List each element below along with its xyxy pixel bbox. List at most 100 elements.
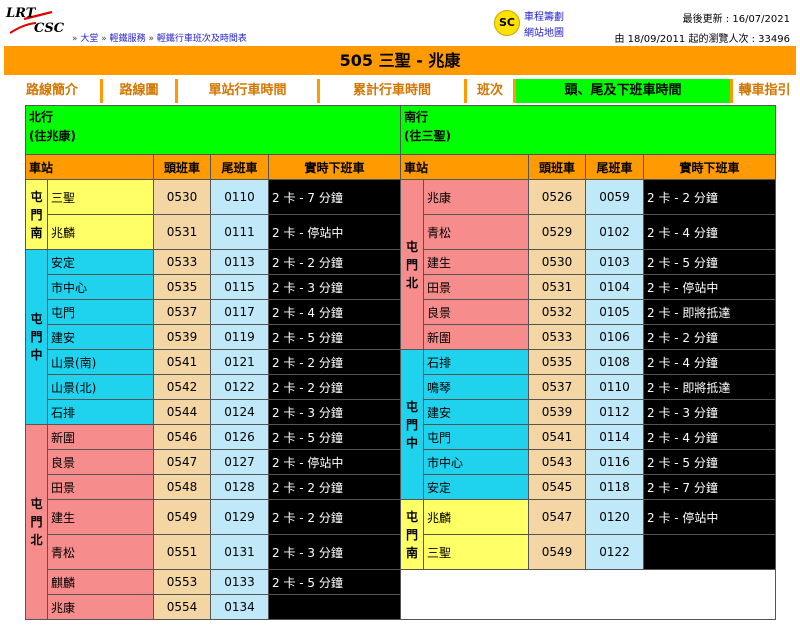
station-name: 鳴琴 <box>423 374 529 400</box>
zone-char: 門 <box>30 330 43 344</box>
station-name: 石排 <box>423 349 529 375</box>
south-first-train-header: 頭班車 <box>528 154 586 180</box>
last-train-time: 0124 <box>210 399 269 425</box>
first-train-time: 0530 <box>528 249 586 275</box>
zone-char: 南 <box>30 225 43 240</box>
visit-counter: 由 18/09/2011 起的瀏覽人次 : 33496 <box>614 34 790 45</box>
direction-row: 北行 (往兆康) 南行 (往三聖) <box>25 105 776 155</box>
first-train-time: 0541 <box>153 349 211 375</box>
tab-route-intro[interactable]: 路線簡介 <box>4 79 100 103</box>
south-realtime-header: 實時下班車 <box>643 154 776 180</box>
last-train-time: 0122 <box>210 374 269 400</box>
next-train-realtime: 2 卡 - 2 分鐘 <box>268 349 401 375</box>
logo-text-csc: CSC <box>34 21 65 36</box>
next-train-realtime: 2 卡 - 3 分鐘 <box>268 274 401 300</box>
station-name: 建生 <box>47 499 154 535</box>
sitemap-link[interactable]: 網站地圖 <box>524 26 564 42</box>
last-updated: 最後更新 : 16/07/2021 <box>682 14 790 25</box>
first-train-time: 0530 <box>153 179 211 215</box>
logo-text-lrt: LRT <box>6 6 36 21</box>
south-destination-label: (往三聖) <box>404 129 451 143</box>
first-train-time: 0537 <box>528 374 586 400</box>
next-train-realtime: 2 卡 - 4 分鐘 <box>643 349 776 375</box>
station-name: 三聖 <box>423 534 529 570</box>
zone-char: 屯 <box>30 497 43 511</box>
table-row: 麒麟 0553 0133 2 卡 - 5 分鐘 <box>26 569 776 620</box>
last-train-time: 0103 <box>585 249 644 275</box>
first-train-time: 0549 <box>528 534 586 570</box>
last-train-time: 0118 <box>585 474 644 500</box>
station-name: 青松 <box>47 534 154 570</box>
tab-route-map[interactable]: 路線圖 <box>103 79 175 103</box>
station-name: 兆麟 <box>47 214 154 250</box>
first-train-time: 0533 <box>528 324 586 350</box>
first-train-time: 0545 <box>528 474 586 500</box>
next-train-realtime: 2 卡 - 停站中 <box>643 499 776 535</box>
station-name: 兆康 <box>47 594 154 620</box>
lrt-csc-logo[interactable]: LRT CSC <box>6 6 70 42</box>
station-name: 良景 <box>423 299 529 325</box>
zone-char: 門 <box>30 207 43 222</box>
north-realtime-header: 實時下班車 <box>268 154 401 180</box>
zone-char: 門 <box>405 257 418 272</box>
first-train-time: 0551 <box>153 534 211 570</box>
first-train-time: 0543 <box>528 449 586 475</box>
station-name: 青松 <box>423 214 529 250</box>
table-row: 山景(南) 0541 0121 2 卡 - 2 分鐘屯門中石排 0535 0108 2 卡 … <box>26 349 776 500</box>
south-zone-label: 屯門南 <box>400 499 424 570</box>
station-name: 石排 <box>47 399 154 425</box>
next-train-realtime: 2 卡 - 7 分鐘 <box>643 474 776 500</box>
zone-char: 屯 <box>405 239 418 254</box>
next-train-realtime: 2 卡 - 即將抵達 <box>643 299 776 325</box>
station-name: 新圍 <box>47 424 154 450</box>
next-train-realtime: 2 卡 - 7 分鐘 <box>268 179 401 215</box>
last-train-time: 0059 <box>585 179 644 215</box>
first-train-time: 0531 <box>528 274 586 300</box>
last-train-time: 0114 <box>585 424 644 450</box>
station-name: 市中心 <box>47 274 154 300</box>
last-train-time: 0110 <box>210 179 269 215</box>
last-train-time: 0115 <box>210 274 269 300</box>
first-train-time: 0553 <box>153 569 211 595</box>
tab-single-stop-time[interactable]: 單站行車時間 <box>178 79 317 103</box>
first-train-time: 0533 <box>153 249 211 275</box>
station-name: 屯門 <box>47 299 154 325</box>
zone-char: 屯 <box>30 312 43 326</box>
tab-cumulative-time[interactable]: 累計行車時間 <box>320 79 464 103</box>
last-train-time: 0113 <box>210 249 269 275</box>
last-train-time: 0102 <box>585 214 644 250</box>
south-station-header: 車站 <box>400 154 529 180</box>
table-row: 建生 0549 0129 2 卡 - 2 分鐘屯門南兆麟 0547 0120 2 卡 - 停… <box>26 499 776 570</box>
zone-char: 門 <box>405 417 418 432</box>
station-name: 安定 <box>47 249 154 275</box>
sc-icon[interactable]: SC <box>494 10 520 36</box>
north-zone-label: 屯門南 <box>25 179 48 250</box>
timetable: 北行 (往兆康) 南行 (往三聖) 車站 頭班車 尾班車 實時下班車 車站 頭班車 尾班車 實時下班車… <box>25 105 776 620</box>
first-train-time: 0539 <box>153 324 211 350</box>
tab-transfer-guide[interactable]: 轉車指引 <box>733 79 796 103</box>
sc-links: 車程籌劃 網站地圖 <box>524 10 564 42</box>
station-name: 麒麟 <box>47 569 154 595</box>
next-train-realtime: 2 卡 - 2 分鐘 <box>643 179 776 215</box>
station-name: 山景(南) <box>47 349 154 375</box>
breadcrumb: » 大堂 » 輕鐵服務 » 輕鐵行車班次及時間表 <box>72 34 247 44</box>
station-name: 建生 <box>423 249 529 275</box>
first-train-time: 0539 <box>528 399 586 425</box>
journey-planner-link[interactable]: 車程籌劃 <box>524 10 564 26</box>
first-train-time: 0537 <box>153 299 211 325</box>
first-train-time: 0548 <box>153 474 211 500</box>
tab-bar: 路線簡介 路線圖 單站行車時間 累計行車時間 班次 頭、尾及下班車時間 轉車指引 <box>4 79 796 103</box>
last-train-time: 0117 <box>210 299 269 325</box>
last-train-time: 0121 <box>210 349 269 375</box>
zone-char: 南 <box>405 545 418 560</box>
south-last-train-header: 尾班車 <box>585 154 644 180</box>
breadcrumb-lobby[interactable]: 大堂 <box>80 34 98 44</box>
station-name: 田景 <box>423 274 529 300</box>
next-train-realtime: 2 卡 - 即將抵達 <box>643 374 776 400</box>
next-train-realtime: 2 卡 - 停站中 <box>643 274 776 300</box>
south-empty-area <box>400 569 776 620</box>
tab-first-last-next[interactable]: 頭、尾及下班車時間 <box>516 79 730 103</box>
breadcrumb-lrt-services[interactable]: 輕鐵服務 <box>110 34 146 44</box>
tab-frequency[interactable]: 班次 <box>467 79 513 103</box>
breadcrumb-timetable[interactable]: 輕鐵行車班次及時間表 <box>157 34 247 44</box>
